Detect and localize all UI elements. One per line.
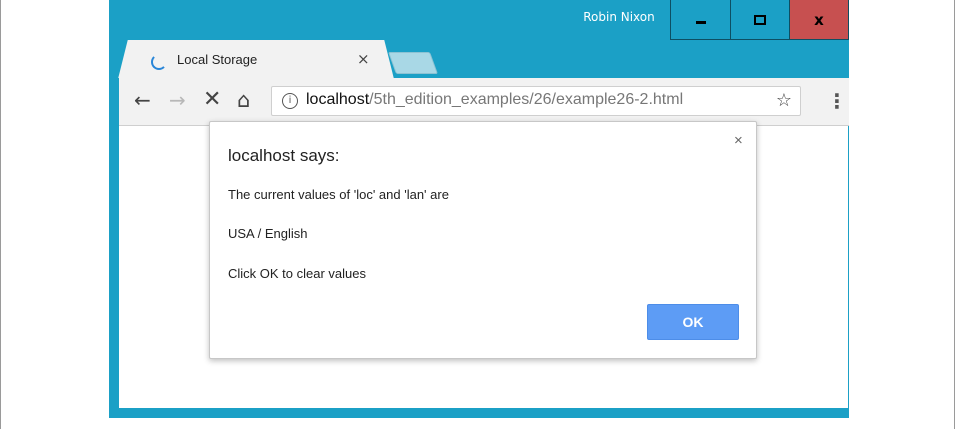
- bookmark-star-icon[interactable]: ☆: [776, 90, 792, 111]
- maximize-button[interactable]: [731, 0, 790, 40]
- loading-spinner-icon: [151, 54, 167, 70]
- minimize-button[interactable]: [670, 0, 731, 40]
- tab-close-icon[interactable]: ×: [357, 50, 370, 68]
- forward-arrow-icon[interactable]: →: [169, 88, 186, 112]
- tab-local-storage[interactable]: Local Storage ×: [131, 40, 381, 78]
- url-host: localhost: [306, 91, 370, 108]
- close-window-button[interactable]: x: [790, 0, 849, 40]
- browser-toolbar: ← → ✕ ⌂ i localhost/5th_edition_examples…: [119, 78, 849, 126]
- new-tab-button[interactable]: [387, 52, 439, 74]
- dialog-close-icon[interactable]: ×: [734, 132, 743, 149]
- dialog-message-line: The current values of 'loc' and 'lan' ar…: [228, 187, 449, 202]
- dialog-title: localhost says:: [228, 146, 340, 165]
- back-arrow-icon[interactable]: ←: [134, 88, 151, 112]
- url-text[interactable]: localhost/5th_edition_examples/26/exampl…: [306, 91, 683, 109]
- tab-title: Local Storage: [177, 52, 258, 67]
- dialog-message-line: Click OK to clear values: [228, 266, 366, 281]
- maximize-icon: [754, 14, 766, 25]
- address-bar[interactable]: i localhost/5th_edition_examples/26/exam…: [271, 86, 801, 116]
- home-icon[interactable]: ⌂: [237, 88, 250, 112]
- url-path: /5th_edition_examples/26/example26-2.htm…: [369, 91, 684, 108]
- user-name: Robin Nixon: [583, 10, 655, 24]
- dialog-message-line: USA / English: [228, 226, 308, 241]
- menu-icon[interactable]: ⋮: [827, 89, 847, 113]
- stop-loading-icon[interactable]: ✕: [203, 87, 221, 112]
- minimize-icon: [695, 21, 706, 24]
- close-icon: x: [814, 10, 824, 29]
- ok-button[interactable]: OK: [647, 304, 739, 340]
- info-icon[interactable]: i: [282, 93, 298, 109]
- alert-dialog: × localhost says: The current values of …: [209, 121, 757, 359]
